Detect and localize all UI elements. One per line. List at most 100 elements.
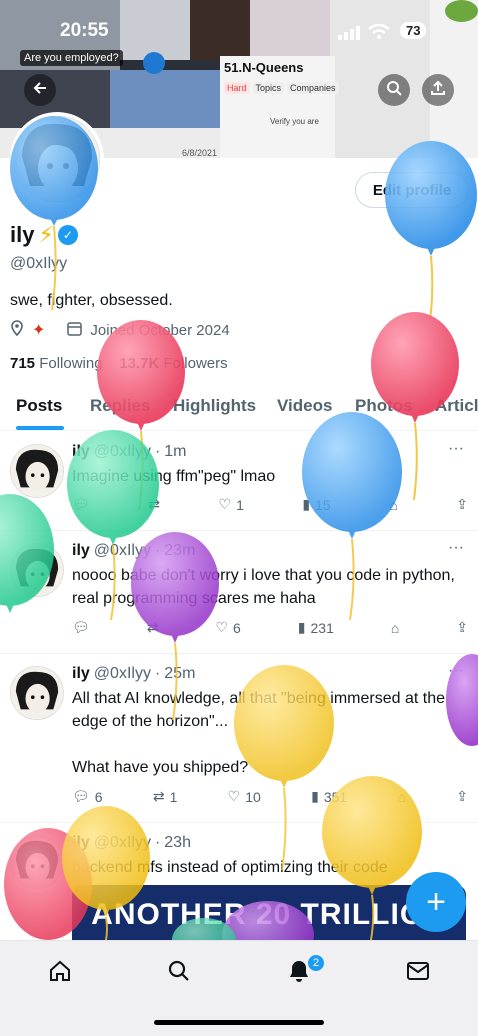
post-actions: 💬︎ 6 ⇄ 1 ♡ 10 ▮ 351 ⌂ ⇪ xyxy=(72,788,468,805)
post-header: ily @0xIlyy · 23h xyxy=(72,834,191,851)
bookmark-button[interactable]: ⌂ xyxy=(389,496,397,513)
post-avatar[interactable] xyxy=(10,835,64,889)
views-button[interactable]: ▮ 351 xyxy=(311,788,347,805)
more-icon[interactable]: ··· xyxy=(448,662,464,680)
back-button[interactable] xyxy=(24,74,56,106)
reply-icon: 💬︎ xyxy=(72,788,90,804)
share-post-button[interactable]: ⇪ xyxy=(456,788,468,805)
search-button[interactable] xyxy=(378,74,410,106)
post-author-name: ily xyxy=(72,834,90,851)
repost-button[interactable]: ⇄ 1 xyxy=(153,788,178,805)
more-icon[interactable]: ··· xyxy=(448,440,464,458)
post-item[interactable]: ily @0xIlyy · 1m ··· Imagine using ffm"peg… xyxy=(0,432,478,531)
post-avatar[interactable] xyxy=(10,666,64,720)
like-button[interactable]: ♡ 6 xyxy=(215,619,240,636)
join-date: Joined October 2024 xyxy=(90,321,230,339)
post-text: backend mfs instead of optimizing their … xyxy=(72,859,388,876)
compose-post-button[interactable]: + xyxy=(406,872,466,932)
share-post-button[interactable]: ⇪ xyxy=(456,619,468,636)
post-author-handle: @0xIlyy xyxy=(93,443,151,460)
home-icon[interactable] xyxy=(48,959,72,990)
reply-icon: 💬︎ xyxy=(72,619,90,635)
notification-badge: 2 xyxy=(306,953,326,973)
banner-tag: Companies xyxy=(287,82,339,94)
reply-icon: 💬︎ xyxy=(72,496,90,512)
post-actions: 💬︎ ⇄ ♡ 6 ▮ 231 ⌂ ⇪ xyxy=(72,619,468,636)
post-item[interactable]: ily @0xIlyy · 23h backend mfs instead of o… xyxy=(0,823,478,945)
tab-posts[interactable]: Posts xyxy=(16,396,62,416)
post-author-handle: @0xIlyy xyxy=(93,542,151,559)
profile-avatar[interactable] xyxy=(10,112,104,206)
reply-button[interactable]: 💬︎ xyxy=(72,619,90,636)
share-post-button[interactable]: ⇪ xyxy=(456,496,468,513)
like-button[interactable]: ♡ 10 xyxy=(228,788,261,805)
share-button[interactable] xyxy=(422,74,454,106)
search-icon[interactable] xyxy=(167,959,191,990)
bookmark-button[interactable]: ⌂ xyxy=(397,788,405,805)
verified-badge-icon: ✓ xyxy=(57,225,78,245)
repost-button[interactable]: ⇄ xyxy=(148,496,160,513)
post-header: ily @0xIlyy · 25m xyxy=(72,665,196,682)
followers-label: Followers xyxy=(163,355,228,372)
profile-name: ily xyxy=(10,222,35,247)
like-count: 10 xyxy=(245,788,261,805)
like-button[interactable]: ♡ 1 xyxy=(219,496,244,513)
bookmark-icon: ⌂ xyxy=(389,496,398,513)
post-time: 1m xyxy=(164,443,187,460)
followers-count: 13.7K xyxy=(119,355,160,372)
post-author-handle: @0xIlyy xyxy=(93,665,151,682)
share-icon xyxy=(430,80,446,101)
view-count: 15 xyxy=(315,496,331,513)
maple-leaf-icon: ✦ xyxy=(32,322,46,339)
banner-tags: Hard Topics Companies xyxy=(224,82,339,94)
post-avatar[interactable] xyxy=(10,543,64,597)
post-header: ily @0xIlyy · 1m xyxy=(72,443,187,460)
repost-icon: ⇄ xyxy=(152,788,165,804)
views-icon: ▮ xyxy=(311,788,319,804)
messages-icon[interactable] xyxy=(406,959,430,990)
tab-replies[interactable]: Replies xyxy=(90,396,150,416)
repost-button[interactable]: ⇄ xyxy=(147,619,159,636)
tab-videos[interactable]: Videos xyxy=(277,396,332,416)
profile-name-row: ily ⚡ ✓ xyxy=(10,222,78,248)
post-header: ily @0xIlyy · 23m xyxy=(72,542,196,559)
views-button[interactable]: ▮ 231 xyxy=(298,619,334,636)
repost-count: 1 xyxy=(169,788,178,805)
profile-meta: ✦ Joined October 2024 xyxy=(10,320,230,340)
balloon xyxy=(385,141,477,321)
signal-icon xyxy=(338,26,360,45)
post-avatar[interactable] xyxy=(10,444,64,498)
heart-icon: ♡ xyxy=(227,788,241,804)
more-icon[interactable]: ··· xyxy=(448,539,464,557)
status-bar: 20:55 73 xyxy=(0,14,478,44)
post-time: 25m xyxy=(164,665,196,682)
tab-photos[interactable]: Photos xyxy=(355,396,413,416)
post-actions: 💬︎ ⇄ ♡ 1 ▮ 15 ⌂ ⇪ xyxy=(72,496,468,513)
tab-highlights[interactable]: Highlights xyxy=(173,396,256,416)
status-time: 20:55 xyxy=(60,20,109,41)
edit-profile-button[interactable]: Edit profile xyxy=(355,172,469,208)
reply-button[interactable]: 💬︎ xyxy=(72,496,90,513)
calendar-icon xyxy=(67,321,83,340)
reply-button[interactable]: 💬︎ 6 xyxy=(72,788,103,805)
banner-tag: Hard xyxy=(224,82,250,94)
views-icon: ▮ xyxy=(302,496,311,512)
post-time: 23m xyxy=(164,542,196,559)
wifi-icon xyxy=(368,23,390,45)
repost-icon: ⇄ xyxy=(146,619,159,635)
followers-link[interactable]: 13.7K Followers xyxy=(119,355,227,372)
post-text: All that AI knowledge, all that "being i… xyxy=(72,690,445,776)
post-item[interactable]: ily @0xIlyy · 25m ··· All that AI knowledg… xyxy=(0,654,478,823)
post-time: 23h xyxy=(164,834,191,851)
share-icon: ⇪ xyxy=(456,496,468,512)
reply-count: 6 xyxy=(94,788,103,805)
following-link[interactable]: 715 Following xyxy=(10,355,103,372)
post-author-name: ily xyxy=(72,665,90,682)
post-item[interactable]: ily @0xIlyy · 23m ··· noooo babe don't wor… xyxy=(0,531,478,654)
view-count: 231 xyxy=(310,619,334,636)
tab-articles[interactable]: Articl xyxy=(435,396,478,416)
views-button[interactable]: ▮ 15 xyxy=(302,496,330,513)
battery-indicator: 73 xyxy=(400,22,427,39)
view-count: 351 xyxy=(323,788,348,805)
bookmark-button[interactable]: ⌂ xyxy=(391,619,399,636)
